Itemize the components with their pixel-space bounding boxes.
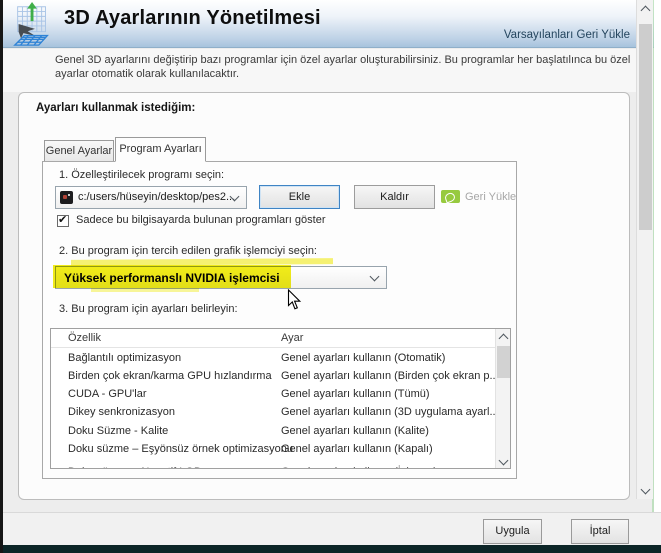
step3-label: 3. Bu program için ayarları belirleyin: [59, 303, 238, 315]
mouse-cursor [287, 288, 302, 314]
table-row[interactable]: Doku süzme – Negatif LOD sapması Genel ay… [51, 459, 495, 468]
window-scrollbar[interactable] [636, 0, 653, 499]
section-heading: Ayarları kullanmak istediğim: [36, 102, 196, 114]
bottom-strip [0, 545, 661, 553]
description-band: Genel 3D ayarlarını değiştirip bazı prog… [3, 49, 636, 92]
restore-button[interactable]: Geri Yükle [441, 185, 517, 209]
table-row[interactable]: Doku süzme – Eşyönsüz örnek optimizasyon… [51, 440, 495, 458]
table-scrollbar[interactable] [495, 329, 510, 468]
scroll-up-icon[interactable] [498, 333, 509, 344]
column-header-setting: Ayar [281, 332, 304, 344]
add-button[interactable]: Ekle [259, 185, 340, 209]
3d-settings-icon [9, 1, 57, 48]
table-row[interactable]: CUDA - GPU'lar Genel ayarları kullanın (T… [51, 386, 495, 404]
nvidia-control-panel-window: 3D Ayarlarının Yönetilmesi Varsayılanlar… [0, 0, 661, 553]
feature-cell: Dikey senkronizasyon [68, 406, 175, 419]
cancel-button[interactable]: İptal [571, 519, 629, 544]
feature-cell: Doku Süzme - Kalite [68, 424, 169, 437]
table-row[interactable]: Bağlantılı optimizasyon Genel ayarları ku… [51, 349, 495, 367]
footer-bar: Uygula İptal [0, 512, 661, 545]
settings-panel: Ayarları kullanmak istediğim: Genel Ayar… [18, 92, 630, 500]
feature-cell: Bağlantılı optimizasyon [68, 351, 182, 364]
setting-cell: Genel ayarları kullanın (Kalite) [281, 424, 429, 437]
table-row[interactable]: Dikey senkronizasyon Genel ayarları kulla… [51, 404, 499, 422]
setting-cell: Genel ayarları kullanın (3D uygulama aya… [281, 406, 499, 419]
restore-button-label: Geri Yükle [465, 191, 517, 203]
right-margin [654, 0, 661, 545]
step1-label: 1. Özelleştirilecek programı seçin: [59, 169, 225, 181]
settings-table-header: Özellik Ayar [51, 329, 510, 348]
settings-table-rows: Bağlantılı optimizasyon Genel ayarları ku… [51, 349, 499, 469]
setting-cell: Genel ayarları kullanın (Kapalı) [281, 442, 433, 455]
table-row[interactable]: Birden çok ekran/karma GPU hızlandırma Ge… [51, 367, 499, 385]
scroll-down-icon[interactable] [498, 455, 509, 466]
checkbox-box[interactable]: ✔ [57, 214, 69, 227]
step2-label: 2. Bu program için tercih edilen grafik … [59, 245, 317, 257]
setting-cell: Genel ayarları kullanın (Otomatik) [281, 351, 446, 364]
tab-program-settings[interactable]: Program Ayarları [115, 137, 206, 162]
setting-cell: Genel ayarları kullanın (Birden çok ekra… [281, 369, 499, 382]
gpu-select[interactable]: Yüksek performanslı NVIDIA işlemcisi [55, 266, 387, 289]
page-header: 3D Ayarlarının Yönetilmesi Varsayılanlar… [0, 0, 654, 48]
chevron-down-icon [369, 271, 380, 282]
gpu-select-value: Yüksek performanslı NVIDIA işlemcisi [64, 271, 280, 285]
table-row[interactable]: Doku Süzme - Kalite Genel ayarları kullan… [51, 422, 495, 440]
page-title: 3D Ayarlarının Yönetilmesi [64, 7, 321, 29]
remove-button[interactable]: Kaldır [354, 185, 435, 209]
checkbox-label: Sadece bu bilgisayarda bulunan programla… [76, 214, 326, 226]
setting-cell: Genel ayarları kullanın (Tümü) [281, 388, 430, 401]
scroll-up-icon[interactable] [640, 5, 651, 16]
feature-cell: Birden çok ekran/karma GPU hızlandırma [68, 369, 272, 382]
tab-general-settings[interactable]: Genel Ayarlar [44, 140, 114, 161]
feature-cell: Doku süzme – Eşyönsüz örnek optimizasyon… [68, 442, 293, 455]
window-scrollbar-thumb[interactable] [639, 24, 652, 230]
table-scrollbar-thumb[interactable] [497, 346, 510, 378]
restore-defaults-button[interactable]: Varsayılanları Geri Yükle [504, 29, 630, 41]
checkmark-icon: ✔ [58, 214, 68, 226]
feature-cell: Doku süzme – Negatif LOD sapması [68, 466, 247, 468]
program-app-icon [60, 191, 73, 204]
page-description: Genel 3D ayarlarını değiştirip bazı prog… [55, 54, 631, 80]
left-edge [0, 0, 3, 553]
settings-table: Özellik Ayar Bağlantılı optimizasyon Gene… [50, 328, 511, 469]
column-header-feature: Özellik [68, 332, 102, 344]
apply-button[interactable]: Uygula [483, 519, 542, 544]
program-settings-tab-panel: 1. Özelleştirilecek programı seçin: c:/u… [42, 161, 517, 479]
feature-cell: CUDA - GPU'lar [68, 388, 147, 401]
nvidia-logo-icon [441, 190, 460, 203]
scroll-down-icon[interactable] [640, 484, 651, 495]
program-select[interactable]: c:/users/hüseyin/desktop/pes2... [55, 186, 247, 209]
program-select-value: c:/users/hüseyin/desktop/pes2... [78, 191, 236, 203]
setting-cell: Genel ayarları kullanın (İzin ver) [281, 466, 437, 468]
